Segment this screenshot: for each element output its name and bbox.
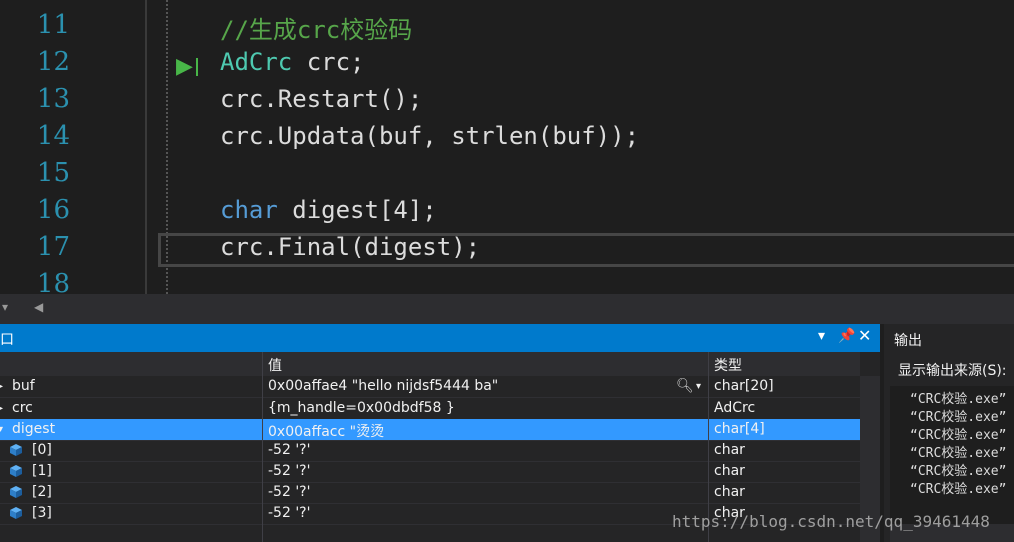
watch-name: [0]	[32, 442, 52, 458]
next-statement-arrow-icon: ▶	[176, 54, 193, 79]
watch-row[interactable]: ▸ crc {m_handle=0x00dbdf58 } AdCrc	[0, 398, 860, 420]
gutter-separator	[145, 0, 147, 294]
watch-name: [2]	[32, 484, 52, 500]
output-line: “CRC校验.exe”	[910, 392, 1007, 407]
code-text: digest[4];	[277, 196, 437, 224]
collapse-icon[interactable]: ▾	[0, 424, 3, 435]
output-panel-title: 输出	[894, 333, 922, 349]
watch-name: crc	[12, 400, 33, 416]
expand-icon[interactable]: ▸	[0, 403, 3, 414]
field-cube-icon	[10, 486, 22, 498]
output-line: “CRC校验.exe”	[910, 410, 1007, 425]
field-cube-icon	[10, 444, 22, 456]
watch-header: 值 类型	[0, 352, 860, 376]
next-statement-marker	[196, 58, 198, 76]
scroll-left-icon[interactable]: ◀	[34, 300, 43, 314]
line-number: 15	[36, 158, 70, 188]
field-cube-icon	[10, 465, 22, 477]
output-line: “CRC校验.exe”	[910, 482, 1007, 497]
chevron-down-icon[interactable]: ▾	[696, 381, 701, 392]
watermark: https://blog.csdn.net/qq_39461448	[672, 512, 990, 531]
code-keyword-token: char	[220, 196, 278, 224]
watch-value: {m_handle=0x00dbdf58 }	[268, 400, 455, 416]
watch-type: char	[714, 463, 745, 479]
watch-value: -52 '?'	[268, 484, 311, 500]
watch-value: -52 '?'	[268, 505, 311, 521]
watch-panel-title: 口	[0, 332, 14, 348]
code-editor[interactable]: 11 12 13 14 15 16 17 18 ▶ //生成crc校验码 AdC…	[0, 0, 1014, 294]
watch-row[interactable]: [2] -52 '?' char	[0, 482, 860, 504]
line-number: 11	[36, 10, 70, 40]
watch-name: buf	[12, 378, 35, 394]
code-line-13[interactable]: crc.Restart();	[220, 85, 422, 113]
line-number: 16	[36, 195, 70, 225]
watch-type: char[4]	[714, 421, 765, 437]
watch-name: [3]	[32, 505, 52, 521]
code-line-11[interactable]: //生成crc校验码	[220, 10, 412, 45]
line-number: 18	[36, 269, 70, 294]
search-icon[interactable]: 🔍︎	[676, 378, 694, 394]
column-header-type[interactable]: 类型	[714, 355, 742, 375]
watch-type: AdCrc	[714, 400, 756, 416]
panel-menu-icon[interactable]: ▾	[818, 328, 825, 344]
watch-type: char[20]	[714, 378, 774, 394]
code-line-16[interactable]: char digest[4];	[220, 196, 437, 224]
code-type-token: AdCrc	[220, 48, 293, 76]
dropdown-arrow-icon[interactable]: ▾	[2, 300, 8, 314]
output-line: “CRC校验.exe”	[910, 446, 1007, 461]
watch-type: char	[714, 484, 745, 500]
watch-value: 0x00affacc "烫烫	[268, 424, 385, 440]
watch-type: char	[714, 442, 745, 458]
watch-row[interactable]: ▸ buf 0x00affae4 "hello nijdsf5444 ba" 🔍…	[0, 376, 860, 398]
column-divider[interactable]	[262, 352, 263, 542]
line-number: 14	[36, 121, 70, 151]
expand-icon[interactable]: ▸	[0, 381, 3, 392]
output-source-label: 显示输出来源(S):	[898, 363, 1007, 379]
line-number: 17	[36, 232, 70, 262]
output-line: “CRC校验.exe”	[910, 428, 1007, 443]
code-line-17[interactable]: crc.Final(digest);	[220, 233, 480, 261]
editor-horizontal-scrollbar[interactable]: ▾ ◀	[0, 294, 1014, 324]
close-icon[interactable]: ✕	[858, 326, 871, 345]
watch-row[interactable]: [0] -52 '?' char	[0, 440, 860, 462]
line-number: 13	[36, 84, 70, 114]
watch-value: -52 '?'	[268, 442, 311, 458]
watch-name: [1]	[32, 463, 52, 479]
code-text: crc;	[292, 48, 365, 76]
field-cube-icon	[10, 507, 22, 519]
watch-panel-titlebar[interactable]: 口 ▾ 📌 ✕	[0, 324, 880, 352]
code-line-14[interactable]: crc.Updata(buf, strlen(buf));	[220, 122, 639, 150]
watch-row-selected[interactable]: ▾ digest 0x00affacc "烫烫 char[4]	[0, 419, 860, 441]
pin-icon[interactable]: 📌	[838, 328, 855, 344]
watch-name: digest	[12, 421, 56, 437]
watch-value: -52 '?'	[268, 463, 311, 479]
line-number: 12	[36, 47, 70, 77]
column-header-value[interactable]: 值	[268, 355, 282, 375]
output-line: “CRC校验.exe”	[910, 464, 1007, 479]
output-panel: 输出 显示输出来源(S): “CRC校验.exe” “CRC校验.exe” “C…	[884, 324, 1014, 542]
watch-panel: 口 ▾ 📌 ✕ 值 类型 ▸ buf 0x00affae4 "hello nij…	[0, 324, 880, 542]
watch-row[interactable]: [1] -52 '?' char	[0, 461, 860, 483]
code-line-12[interactable]: AdCrc crc;	[220, 48, 365, 76]
watch-value: 0x00affae4 "hello nijdsf5444 ba"	[268, 378, 499, 394]
